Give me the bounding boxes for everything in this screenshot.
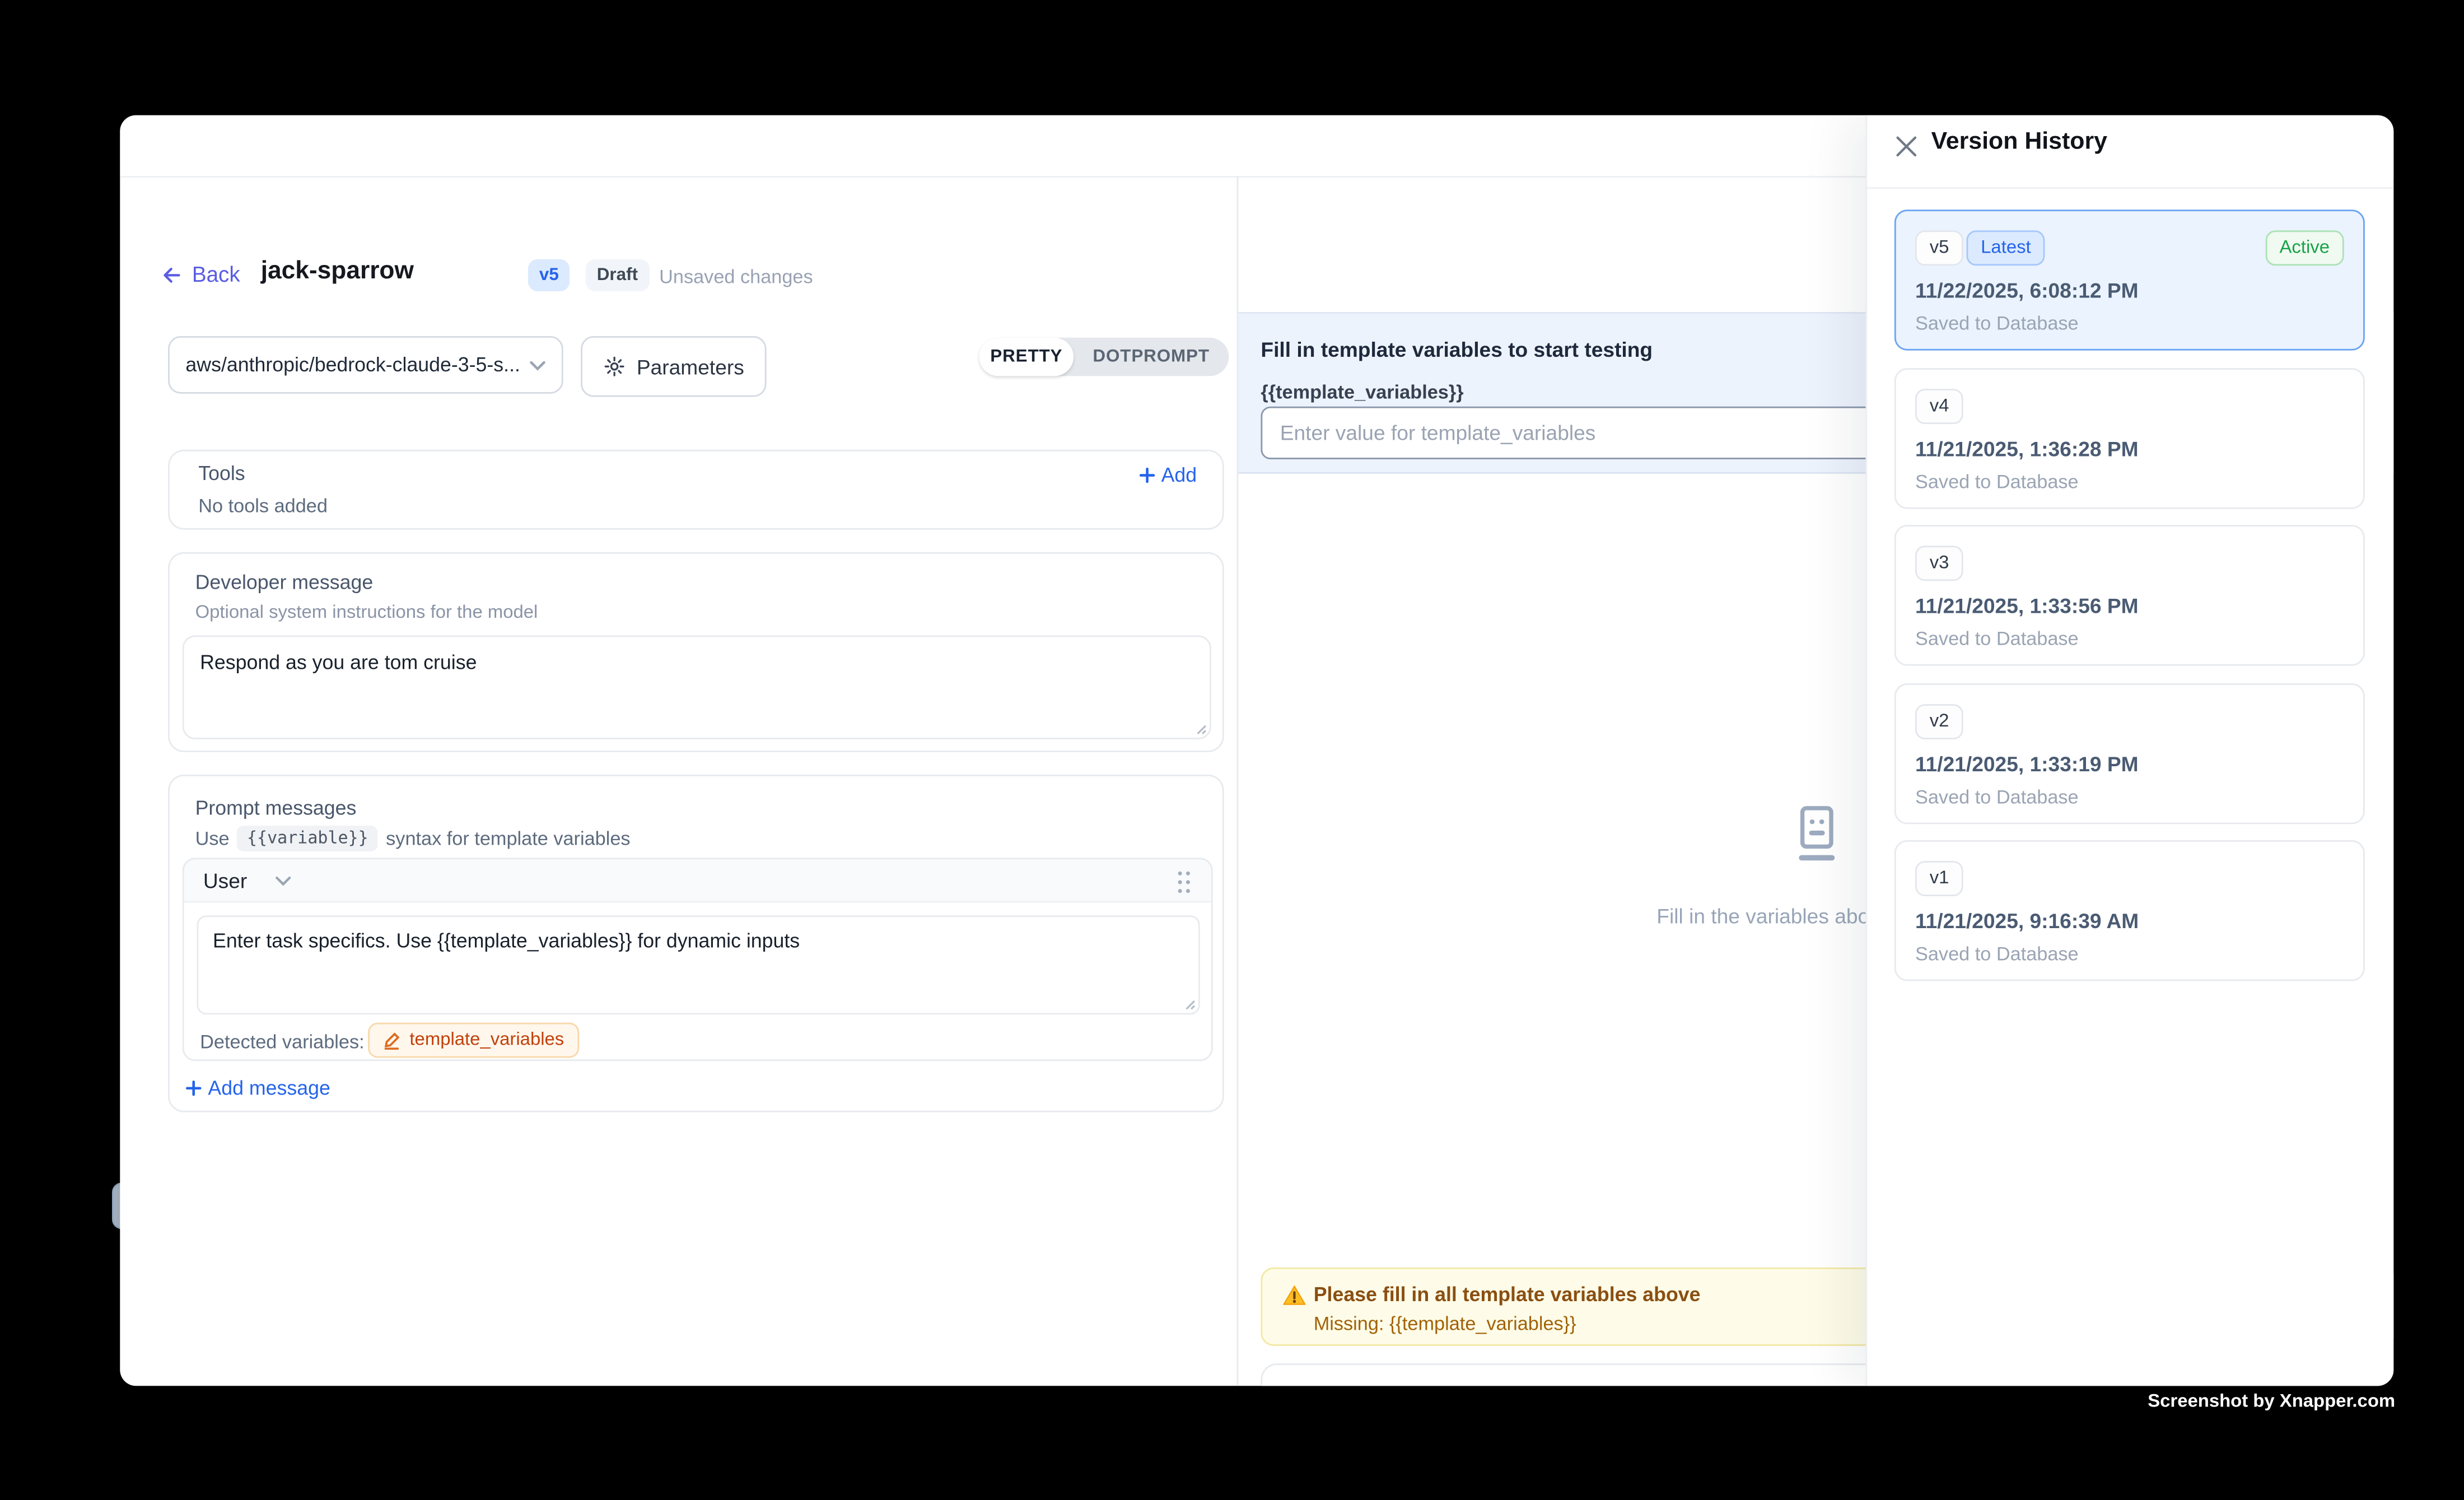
latest-badge: Latest [1966,230,2045,265]
version-number-badge: v3 [1915,546,1963,581]
message-block: User Enter task specifics. Use {{templat… [183,858,1213,1061]
warning-title: Please fill in all template variables ab… [1314,1283,1701,1306]
message-header: User [184,859,1211,902]
add-tool-label: Add [1161,464,1197,487]
version-card-v4[interactable]: v4 11/21/2025, 1:36:28 PM Saved to Datab… [1894,368,2365,509]
plus-icon [1139,467,1155,483]
role-label: User [203,869,247,893]
version-status: Saved to Database [1915,786,2079,808]
version-badge: v5 [528,259,570,291]
draft-badge: Draft [586,259,649,291]
format-toggle: PRETTY DOTPROMPT [979,338,1229,376]
developer-message-label: Developer message [195,571,374,594]
model-select[interactable]: aws/anthropic/bedrock-claude-3-5-s... [168,336,563,394]
version-history-panel: Version History v5 Latest Active 11/22/2… [1865,115,2393,1386]
version-number-badge: v2 [1915,704,1963,739]
version-timestamp: 11/22/2025, 6:08:12 PM [1915,278,2139,302]
gear-icon [603,355,626,378]
bot-icon [1792,805,1842,866]
tools-label: Tools [198,463,245,485]
version-status: Saved to Database [1915,943,2079,965]
parameters-button[interactable]: Parameters [581,336,766,397]
plus-icon [185,1080,202,1097]
version-timestamp: 11/21/2025, 1:36:28 PM [1915,437,2139,461]
version-card-v3[interactable]: v3 11/21/2025, 1:33:56 PM Saved to Datab… [1894,525,2365,665]
version-timestamp: 11/21/2025, 9:16:39 AM [1915,909,2139,933]
divider [1867,187,2393,189]
model-select-value: aws/anthropic/bedrock-claude-3-5-s... [185,353,520,376]
tools-card: Tools Add No tools added [168,450,1224,530]
back-label: Back [192,263,240,287]
prompt-messages-card: Prompt messages Use {{variable}} syntax … [168,775,1224,1112]
chevron-down-icon [276,875,292,887]
prompt-messages-hint: Use {{variable}} syntax for template var… [195,826,631,851]
stage: Back jack-sparrow v5 Draft Unsaved chang… [0,0,2464,1500]
version-status: Saved to Database [1915,627,2079,650]
variable-name-label: {{template_variables}} [1261,381,1463,403]
page-title: jack-sparrow [261,258,414,286]
version-number-badge: v1 [1915,861,1963,896]
version-card-v1[interactable]: v1 11/21/2025, 9:16:39 AM Saved to Datab… [1894,840,2365,981]
chevron-down-icon [530,359,546,370]
unsaved-changes-label: Unsaved changes [659,265,813,288]
toggle-pretty[interactable]: PRETTY [979,338,1074,376]
add-tool-button[interactable]: Add [1139,464,1197,487]
warning-icon [1283,1285,1305,1306]
prompt-messages-label: Prompt messages [195,797,357,819]
detected-variable-name: template_variables [409,1031,564,1050]
toggle-dotprompt[interactable]: DOTPROMPT [1074,338,1229,376]
detected-variables-label: Detected variables: [200,1031,365,1053]
tools-empty-text: No tools added [198,495,328,517]
developer-message-textarea[interactable]: Respond as you are tom cruise [183,635,1211,739]
panel-title: Version History [1931,128,2107,156]
close-icon [1895,135,1916,156]
user-message-textarea[interactable]: Enter task specifics. Use {{template_var… [197,915,1200,1014]
variables-panel-title: Fill in template variables to start test… [1261,338,1653,362]
active-badge: Active [2265,230,2344,265]
variable-syntax-chip: {{variable}} [237,826,378,851]
warning-detail: Missing: {{template_variables}} [1314,1312,1576,1335]
watermark: Screenshot by Xnapper.com [2148,1392,2395,1412]
version-card-v2[interactable]: v2 11/21/2025, 1:33:19 PM Saved to Datab… [1894,683,2365,824]
developer-message-hint: Optional system instructions for the mod… [195,603,538,622]
arrow-left-icon [160,263,183,286]
hint-prefix: Use [195,827,230,850]
version-timestamp: 11/21/2025, 1:33:19 PM [1915,752,2139,776]
add-message-button[interactable]: Add message [185,1077,330,1100]
app-window: Back jack-sparrow v5 Draft Unsaved chang… [120,115,2393,1386]
version-timestamp: 11/21/2025, 1:33:56 PM [1915,594,2139,618]
role-select[interactable]: User [203,859,292,902]
close-button[interactable] [1891,131,1920,160]
developer-message-card: Developer message Optional system instru… [168,552,1224,752]
version-status: Saved to Database [1915,312,2079,334]
back-button[interactable]: Back [160,263,240,287]
resize-handle-icon[interactable] [1192,720,1207,735]
pen-icon [382,1031,402,1050]
parameters-label: Parameters [637,355,744,379]
version-card-v5[interactable]: v5 Latest Active 11/22/2025, 6:08:12 PM … [1894,209,2365,350]
version-number-badge: v4 [1915,389,1963,424]
hint-suffix: syntax for template variables [386,827,630,850]
add-message-label: Add message [208,1077,330,1100]
detected-variable-chip[interactable]: template_variables [368,1023,578,1058]
version-number-badge: v5 [1915,230,1963,265]
resize-handle-icon[interactable] [1181,995,1196,1010]
drag-handle-icon[interactable] [1176,868,1192,894]
version-status: Saved to Database [1915,471,2079,493]
